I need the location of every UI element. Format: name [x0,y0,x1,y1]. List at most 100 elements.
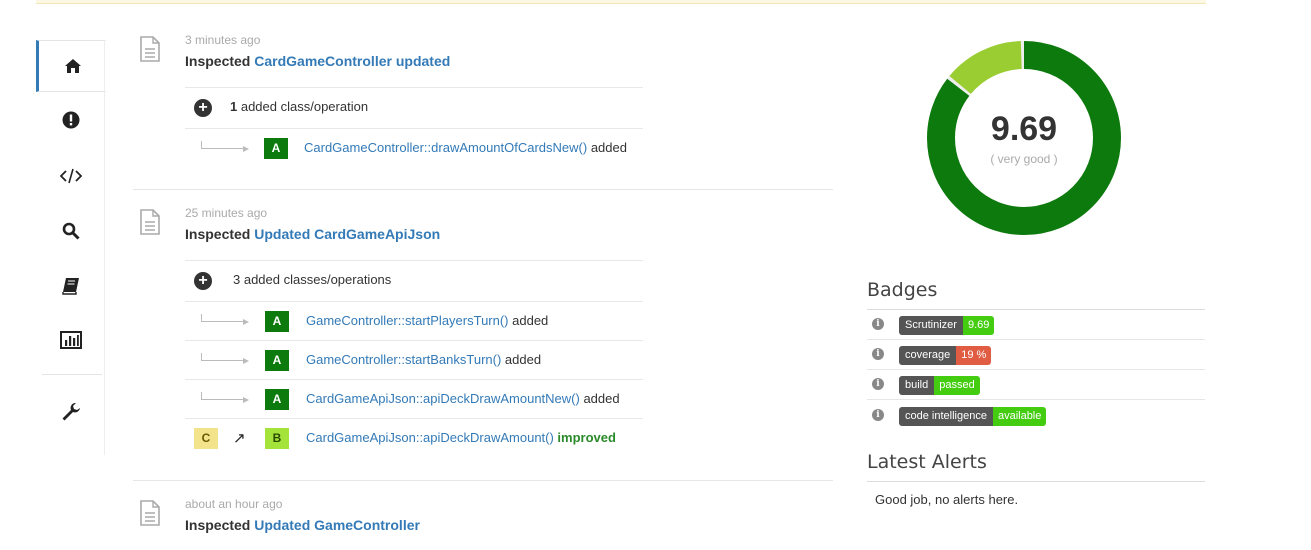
tree-arrow-icon [201,392,249,403]
entry-title: Inspected Updated CardGameApiJson [185,226,440,242]
summary-text: added class/operation [237,99,369,114]
entry-title-prefix: Inspected [185,517,255,533]
sidebar-item-issues[interactable] [36,94,106,146]
file-icon [140,36,160,62]
badge-value: 9.69 [962,316,995,335]
change-text: GameController::startPlayersTurn() added [306,313,548,328]
code-intelligence-badge[interactable]: code intelligence available [899,407,1047,426]
sidebar-item-home[interactable] [36,40,106,92]
badge-value: available [992,407,1047,426]
quality-score-label: ( very good ) [990,152,1058,166]
entry-title-prefix: Inspected [185,53,255,69]
grade-badge: A [265,389,289,410]
operation-link[interactable]: GameController::startBanksTurn() [306,352,501,367]
sidebar-item-search[interactable] [36,205,106,257]
grade-badge: A [264,138,288,159]
change-status: added [508,313,549,328]
tree-arrow-icon [201,353,249,364]
badge-key: build [899,376,935,395]
change-row: A GameController::startPlayersTurn() add… [185,301,643,340]
entry-title: Inspected Updated GameController [185,517,420,533]
wrench-icon [62,403,80,421]
badge-row: i build passed [867,370,1205,400]
top-banner [36,0,1206,4]
change-status: added [579,391,620,406]
badge-row: i code intelligence available [867,401,1205,431]
entry-subject-link[interactable]: Updated CardGameApiJson [254,226,440,242]
change-text: CardGameController::drawAmountOfCardsNew… [304,140,627,155]
operation-link[interactable]: CardGameController::drawAmountOfCardsNew… [304,140,587,155]
change-summary: 3 added classes/operations [233,272,391,287]
change-summary-row: + 3 added classes/operations [185,260,643,299]
entry-title-prefix: Inspected [185,226,255,242]
build-badge[interactable]: build passed [899,376,980,395]
tree-arrow-icon [201,141,249,152]
sidebar-item-statistics[interactable] [36,314,106,366]
entry-timestamp: 25 minutes ago [185,206,268,220]
alert-icon [62,111,80,129]
badge-row: i Scrutinizer 9.69 [867,310,1205,340]
change-summary-row: + 1 added class/operation [185,87,643,126]
entry-timestamp: 3 minutes ago [185,33,261,47]
grade-badge: B [265,428,289,449]
expand-plus-icon[interactable]: + [194,272,212,290]
info-icon[interactable]: i [872,378,884,390]
change-row: A CardGameController::drawAmountOfCardsN… [185,128,643,167]
sidebar-item-settings[interactable] [36,386,106,438]
quality-score-value: 9.69 [990,110,1058,148]
badge-key: coverage [899,346,957,365]
grade-badge: A [265,350,289,371]
expand-plus-icon[interactable]: + [194,99,212,117]
change-row: A CardGameApiJson::apiDeckDrawAmountNew(… [185,379,643,418]
sidebar-divider [42,374,102,375]
change-status: improved [553,430,616,445]
entry-subject-link[interactable]: Updated GameController [254,517,420,533]
badge-row: i coverage 19 % [867,340,1205,370]
change-status: added [587,140,627,155]
alerts-divider [867,481,1205,482]
info-icon[interactable]: i [872,348,884,360]
change-row: C ↗ B CardGameApiJson::apiDeckDrawAmount… [185,418,643,457]
code-icon [60,168,82,184]
entry-title: Inspected CardGameController updated [185,53,450,69]
badge-value: passed [934,376,980,395]
sidebar-item-code[interactable] [36,150,106,202]
previous-grade-badge: C [194,428,218,449]
change-text: CardGameApiJson::apiDeckDrawAmount() imp… [306,430,616,445]
badge-key: Scrutinizer [899,316,963,335]
chart-icon [60,331,82,349]
operation-link[interactable]: GameController::startPlayersTurn() [306,313,509,328]
book-icon [62,278,79,295]
sidebar-border [104,40,105,455]
badges-heading: Badges [867,279,938,301]
summary-text: added classes/operations [240,272,392,287]
entry-separator [133,480,833,481]
entry-subject-link[interactable]: CardGameController updated [254,53,450,69]
up-right-arrow-icon: ↗ [233,430,246,447]
file-icon [140,209,160,235]
search-icon [62,222,80,240]
operation-link[interactable]: CardGameApiJson::apiDeckDrawAmount() [306,430,554,445]
latest-alerts-heading: Latest Alerts [867,451,987,473]
badge-key: code intelligence [899,407,993,426]
entry-separator [133,189,833,190]
change-row: A GameController::startBanksTurn() added [185,340,643,379]
file-icon [140,500,160,526]
info-icon[interactable]: i [872,318,884,330]
badge-value: 19 % [956,346,992,365]
sidebar-nav [36,40,106,460]
alerts-message: Good job, no alerts here. [875,492,1019,507]
sidebar-item-documentation[interactable] [36,260,106,312]
operation-link[interactable]: CardGameApiJson::apiDeckDrawAmountNew() [306,391,580,406]
home-icon [64,59,81,73]
grade-badge: A [265,311,289,332]
change-summary: 1 added class/operation [230,99,368,114]
change-text: CardGameApiJson::apiDeckDrawAmountNew() … [306,391,620,406]
change-text: GameController::startBanksTurn() added [306,352,541,367]
tree-arrow-icon [201,314,249,325]
info-icon[interactable]: i [872,409,884,421]
scrutinizer-badge[interactable]: Scrutinizer 9.69 [899,316,995,335]
change-status: added [501,352,542,367]
coverage-badge[interactable]: coverage 19 % [899,346,992,365]
entry-timestamp: about an hour ago [185,497,283,511]
